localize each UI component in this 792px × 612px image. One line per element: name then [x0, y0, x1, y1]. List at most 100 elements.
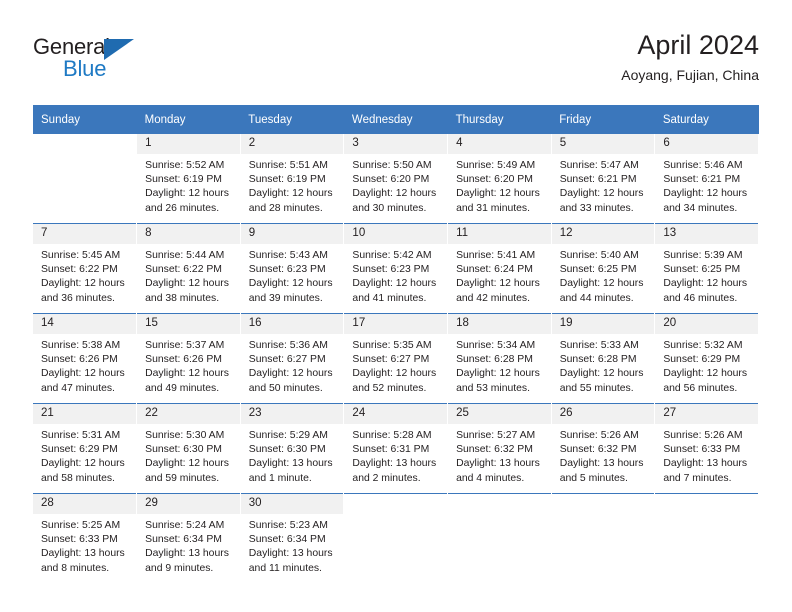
- daylight-duration-line2: and 26 minutes.: [145, 202, 220, 214]
- sunrise-time: Sunrise: 5:33 AM: [559, 340, 639, 351]
- sunrise-time: Sunrise: 5:41 AM: [456, 250, 536, 261]
- calendar-day-cell[interactable]: 17 Sunrise: 5:35 AM Sunset: 6:27 PM Dayligh…: [343, 313, 449, 404]
- day-details: Sunrise: 5:24 AM Sunset: 6:34 PM Daylight:…: [137, 514, 240, 576]
- day-number: 26: [551, 404, 655, 424]
- sunset-time: Sunset: 6:33 PM: [663, 444, 741, 456]
- daylight-duration-line1: Daylight: 13 hours: [663, 458, 748, 470]
- day-details: Sunrise: 5:50 AM Sunset: 6:20 PM Daylight:…: [344, 154, 447, 216]
- calendar-day-cell[interactable]: 9 Sunrise: 5:43 AM Sunset: 6:23 PM Daylight…: [240, 223, 345, 314]
- weekday-header-friday: Friday: [551, 105, 655, 134]
- day-details: Sunrise: 5:30 AM Sunset: 6:30 PM Daylight:…: [137, 424, 240, 486]
- calendar-day-cell-empty: [33, 134, 138, 224]
- day-details: Sunrise: 5:35 AM Sunset: 6:27 PM Daylight:…: [344, 334, 447, 396]
- sunrise-time: Sunrise: 5:36 AM: [248, 340, 328, 351]
- calendar-day-cell[interactable]: 14 Sunrise: 5:38 AM Sunset: 6:26 PM Dayligh…: [33, 313, 138, 404]
- daylight-duration-line2: and 52 minutes.: [352, 382, 427, 394]
- calendar-day-cell[interactable]: 24 Sunrise: 5:28 AM Sunset: 6:31 PM Dayligh…: [343, 403, 449, 494]
- sunrise-time: Sunrise: 5:50 AM: [352, 160, 432, 171]
- calendar-day-cell[interactable]: 5 Sunrise: 5:47 AM Sunset: 6:21 PM Daylight…: [551, 134, 656, 224]
- calendar-day-cell-empty: [447, 493, 552, 583]
- day-details: Sunrise: 5:32 AM Sunset: 6:29 PM Daylight:…: [655, 334, 758, 396]
- day-number: 7: [33, 224, 137, 244]
- day-details: Sunrise: 5:27 AM Sunset: 6:32 PM Daylight:…: [448, 424, 551, 486]
- day-number: 27: [655, 404, 758, 424]
- day-details: Sunrise: 5:49 AM Sunset: 6:20 PM Daylight:…: [448, 154, 551, 216]
- sunset-time: Sunset: 6:26 PM: [145, 354, 222, 366]
- calendar-day-cell[interactable]: 21 Sunrise: 5:31 AM Sunset: 6:29 PM Dayligh…: [33, 403, 138, 494]
- daylight-duration-line1: Daylight: 12 hours: [559, 188, 644, 200]
- daylight-duration-line2: and 55 minutes.: [559, 382, 634, 394]
- day-details: Sunrise: 5:46 AM Sunset: 6:21 PM Daylight:…: [655, 154, 758, 216]
- day-details: Sunrise: 5:23 AM Sunset: 6:34 PM Daylight:…: [241, 514, 344, 576]
- daylight-duration-line1: Daylight: 12 hours: [145, 458, 229, 470]
- daylight-duration-line1: Daylight: 12 hours: [559, 278, 644, 290]
- calendar-body: 1 Sunrise: 5:52 AM Sunset: 6:19 PM Daylight…: [33, 134, 759, 583]
- calendar-day-cell[interactable]: 19 Sunrise: 5:33 AM Sunset: 6:28 PM Dayligh…: [551, 313, 656, 404]
- calendar-day-cell[interactable]: 20 Sunrise: 5:32 AM Sunset: 6:29 PM Dayligh…: [654, 313, 759, 404]
- weekday-header-tuesday: Tuesday: [240, 105, 344, 134]
- calendar-day-cell[interactable]: 26 Sunrise: 5:26 AM Sunset: 6:32 PM Dayligh…: [551, 403, 656, 494]
- sunrise-time: Sunrise: 5:26 AM: [559, 430, 639, 441]
- sunrise-time: Sunrise: 5:23 AM: [248, 520, 328, 531]
- daylight-duration-line1: Daylight: 13 hours: [456, 458, 540, 470]
- day-number: 23: [240, 404, 344, 424]
- sunset-time: Sunset: 6:33 PM: [41, 534, 118, 546]
- calendar-day-cell[interactable]: 25 Sunrise: 5:27 AM Sunset: 6:32 PM Dayligh…: [447, 403, 552, 494]
- calendar-day-cell[interactable]: 13 Sunrise: 5:39 AM Sunset: 6:25 PM Dayligh…: [654, 223, 759, 314]
- daylight-duration-line2: and 28 minutes.: [248, 202, 323, 214]
- calendar-day-cell[interactable]: 22 Sunrise: 5:30 AM Sunset: 6:30 PM Dayligh…: [136, 403, 241, 494]
- daylight-duration-line1: Daylight: 13 hours: [559, 458, 644, 470]
- calendar-day-cell[interactable]: 7 Sunrise: 5:45 AM Sunset: 6:22 PM Daylight…: [33, 223, 138, 314]
- calendar-week-row: 14 Sunrise: 5:38 AM Sunset: 6:26 PM Dayligh…: [33, 313, 759, 404]
- day-details: Sunrise: 5:52 AM Sunset: 6:19 PM Daylight:…: [137, 154, 240, 216]
- calendar-day-cell[interactable]: 3 Sunrise: 5:50 AM Sunset: 6:20 PM Daylight…: [343, 134, 449, 224]
- day-number: 21: [33, 404, 137, 424]
- daylight-duration-line2: and 33 minutes.: [559, 202, 634, 214]
- daylight-duration-line1: Daylight: 12 hours: [456, 278, 540, 290]
- sunset-time: Sunset: 6:32 PM: [559, 444, 637, 456]
- calendar-day-cell[interactable]: 28 Sunrise: 5:25 AM Sunset: 6:33 PM Dayligh…: [33, 493, 138, 583]
- calendar-day-cell[interactable]: 8 Sunrise: 5:44 AM Sunset: 6:22 PM Daylight…: [136, 223, 241, 314]
- calendar-day-cell[interactable]: 11 Sunrise: 5:41 AM Sunset: 6:24 PM Dayligh…: [447, 223, 552, 314]
- weekday-header-thursday: Thursday: [447, 105, 552, 134]
- day-number: 3: [344, 134, 448, 154]
- sunset-time: Sunset: 6:24 PM: [456, 264, 533, 276]
- daylight-duration-line2: and 36 minutes.: [41, 292, 115, 304]
- calendar-day-cell[interactable]: 23 Sunrise: 5:29 AM Sunset: 6:30 PM Dayligh…: [240, 403, 345, 494]
- day-number: 13: [655, 224, 758, 244]
- logo-text-blue: Blue: [63, 56, 107, 81]
- sunrise-time: Sunrise: 5:31 AM: [41, 430, 121, 441]
- calendar-day-cell[interactable]: 12 Sunrise: 5:40 AM Sunset: 6:25 PM Dayligh…: [551, 223, 656, 314]
- sunset-time: Sunset: 6:22 PM: [145, 264, 222, 276]
- daylight-duration-line2: and 7 minutes.: [663, 472, 732, 484]
- daylight-duration-line1: Daylight: 13 hours: [248, 548, 333, 560]
- calendar-day-cell[interactable]: 16 Sunrise: 5:36 AM Sunset: 6:27 PM Dayligh…: [240, 313, 345, 404]
- calendar-day-cell[interactable]: 30 Sunrise: 5:23 AM Sunset: 6:34 PM Dayligh…: [240, 493, 345, 583]
- calendar-day-cell[interactable]: 15 Sunrise: 5:37 AM Sunset: 6:26 PM Dayligh…: [136, 313, 241, 404]
- calendar-page: General Blue April 2024 Aoyang, Fujian, …: [0, 0, 792, 612]
- daylight-duration-line2: and 9 minutes.: [145, 562, 214, 574]
- sunrise-time: Sunrise: 5:46 AM: [663, 160, 743, 171]
- calendar-day-cell[interactable]: 18 Sunrise: 5:34 AM Sunset: 6:28 PM Dayligh…: [447, 313, 552, 404]
- daylight-duration-line1: Daylight: 13 hours: [145, 548, 229, 560]
- calendar-day-cell[interactable]: 1 Sunrise: 5:52 AM Sunset: 6:19 PM Daylight…: [136, 134, 241, 224]
- daylight-duration-line2: and 2 minutes.: [352, 472, 421, 484]
- daylight-duration-line2: and 47 minutes.: [41, 382, 115, 394]
- calendar-day-cell[interactable]: 10 Sunrise: 5:42 AM Sunset: 6:23 PM Dayligh…: [343, 223, 449, 314]
- calendar-week-row: 28 Sunrise: 5:25 AM Sunset: 6:33 PM Dayligh…: [33, 493, 759, 583]
- daylight-duration-line1: Daylight: 12 hours: [41, 368, 125, 380]
- calendar-day-cell[interactable]: 27 Sunrise: 5:26 AM Sunset: 6:33 PM Dayligh…: [654, 403, 759, 494]
- daylight-duration-line2: and 41 minutes.: [352, 292, 427, 304]
- calendar-grid: Sunday Monday Tuesday Wednesday Thursday Frid…: [33, 105, 759, 583]
- calendar-day-cell[interactable]: 2 Sunrise: 5:51 AM Sunset: 6:19 PM Daylight…: [240, 134, 345, 224]
- page-title: April 2024: [637, 30, 759, 60]
- calendar-day-cell[interactable]: 4 Sunrise: 5:49 AM Sunset: 6:20 PM Daylight…: [447, 134, 552, 224]
- calendar-day-cell[interactable]: 29 Sunrise: 5:24 AM Sunset: 6:34 PM Dayligh…: [136, 493, 241, 583]
- daylight-duration-line1: Daylight: 12 hours: [145, 188, 229, 200]
- day-number: 28: [33, 494, 137, 514]
- daylight-duration-line1: Daylight: 12 hours: [145, 368, 229, 380]
- daylight-duration-line1: Daylight: 12 hours: [456, 188, 540, 200]
- day-details: Sunrise: 5:29 AM Sunset: 6:30 PM Daylight:…: [241, 424, 344, 486]
- calendar-day-cell[interactable]: 6 Sunrise: 5:46 AM Sunset: 6:21 PM Daylight…: [654, 134, 759, 224]
- daylight-duration-line1: Daylight: 12 hours: [145, 278, 229, 290]
